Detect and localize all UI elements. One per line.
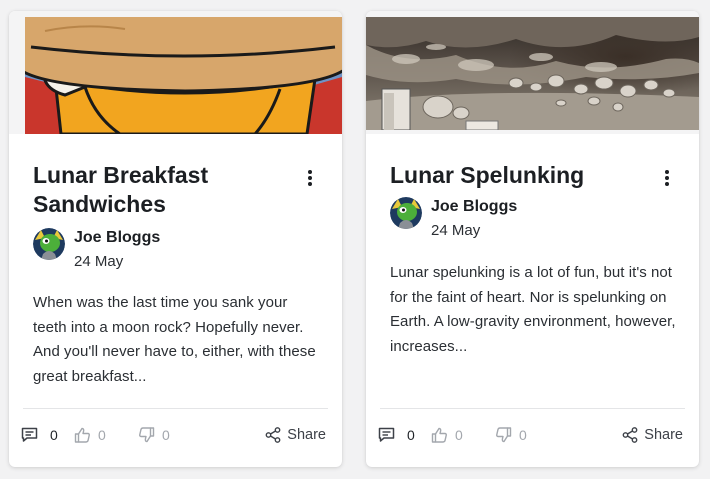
share-label: Share [644,427,683,443]
post-actions: 0 0 0 Share [21,425,326,445]
comment-count: 0 [407,427,415,443]
like-count: 0 [98,427,106,443]
share-icon [265,427,281,443]
like-button[interactable]: 0 [74,425,106,445]
comment-icon [378,427,395,442]
share-button[interactable]: Share [622,425,683,445]
post-date: 24 May [74,253,124,270]
share-label: Share [287,427,326,443]
dislike-count: 0 [162,427,170,443]
author-name[interactable]: Joe Bloggs [74,228,160,248]
share-icon [622,427,638,443]
avatar[interactable] [33,228,65,260]
like-count: 0 [455,427,463,443]
post-author: Joe Bloggs 24 May [390,197,679,241]
post-title[interactable]: Lunar Breakfast Sandwiches [33,161,303,219]
breakfast-sandwich-illustration [25,17,342,134]
dislike-button[interactable]: 0 [138,425,170,445]
comment-count: 0 [50,427,58,443]
post-date: 24 May [431,222,481,239]
post-actions: 0 0 0 Share [378,425,683,445]
thumbs-down-icon [496,427,512,443]
post-card[interactable]: Lunar Spelunking Joe Bloggs 24 May Lunar… [366,11,699,467]
post-hero-image[interactable] [9,11,342,134]
lunar-cave-photo [366,17,699,130]
thumbs-up-icon [431,427,447,443]
post-excerpt: Lunar spelunking is a lot of fun, but it… [390,264,676,355]
dislike-count: 0 [519,427,527,443]
author-name[interactable]: Joe Bloggs [431,197,517,217]
post-title[interactable]: Lunar Spelunking [390,161,660,190]
comment-icon [21,427,38,442]
post-card[interactable]: Lunar Breakfast Sandwiches Joe Bloggs 24… [9,11,342,467]
post-hero-image[interactable] [366,11,699,134]
share-button[interactable]: Share [265,425,326,445]
thumbs-up-icon [74,427,90,443]
post-author: Joe Bloggs 24 May [33,228,322,272]
comments-button[interactable]: 0 [378,425,415,445]
post-excerpt: When was the last time you sank your tee… [33,294,316,385]
like-button[interactable]: 0 [431,425,463,445]
card-divider [380,408,685,409]
card-divider [23,408,328,409]
alien-avatar-icon [390,197,422,229]
alien-avatar-icon [33,228,65,260]
comments-button[interactable]: 0 [21,425,58,445]
dislike-button[interactable]: 0 [495,425,527,445]
thumbs-down-icon [139,427,155,443]
avatar[interactable] [390,197,422,229]
